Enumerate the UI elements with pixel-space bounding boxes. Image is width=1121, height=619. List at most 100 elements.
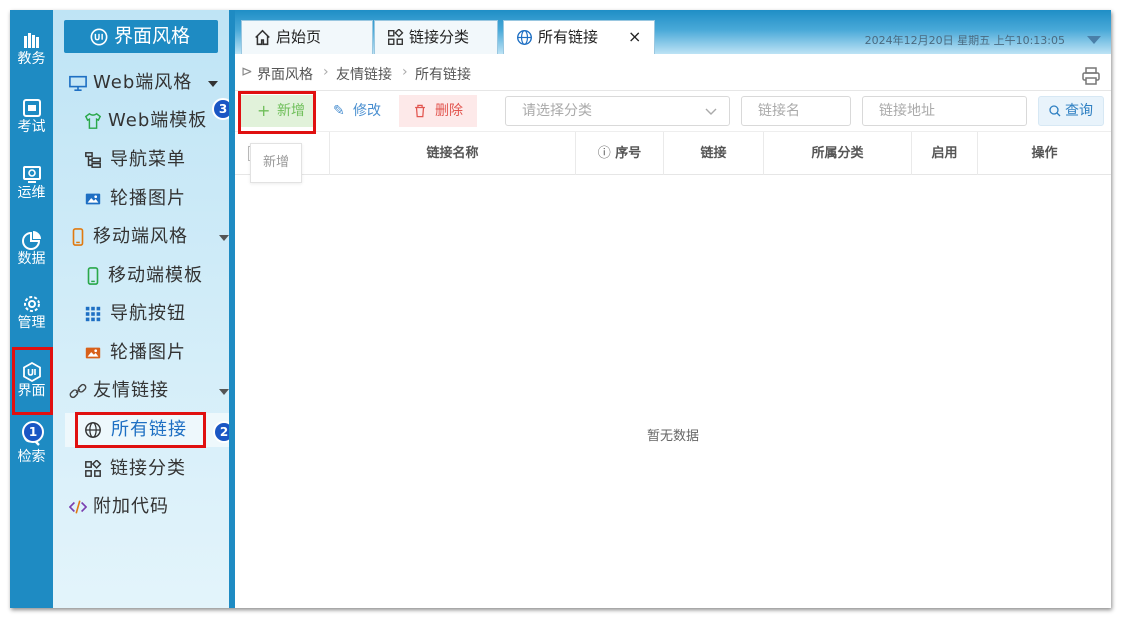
menu-item-web-template[interactable]: Web端模板 (53, 104, 229, 138)
menu-title-text: 界面风格 (114, 25, 191, 47)
edit-button-label: 修改 (353, 103, 381, 119)
breadcrumb-toggle-icon[interactable]: ⊳ (241, 64, 253, 80)
tab-all-links[interactable]: 所有链接 × (503, 20, 655, 54)
category-select-placeholder: 请选择分类 (522, 103, 592, 119)
rail-item-ops[interactable]: 运维 (10, 164, 53, 201)
exam-icon (22, 99, 41, 117)
rail-item-exam[interactable]: 考试 (10, 98, 53, 135)
pie-chart-icon (21, 231, 41, 250)
menu-label: 移动端模板 (108, 265, 203, 286)
edit-button[interactable]: ✎ 修改 (317, 95, 397, 127)
menu-item-all-links[interactable]: 所有链接 (65, 413, 229, 447)
rail-label: 数据 (17, 251, 46, 267)
grid-icon (85, 306, 101, 322)
search-icon (1049, 105, 1061, 117)
books-icon (23, 33, 39, 48)
menu-label: 链接分类 (110, 458, 186, 479)
tab-link-categories[interactable]: 链接分类 (374, 20, 498, 54)
chevron-down-icon (705, 108, 717, 115)
rail-label: 考试 (17, 119, 46, 135)
datetime-display: 2024年12月20日 星期五 上午10:13:05 (864, 34, 1065, 47)
column-link-name[interactable]: 链接名称 (329, 132, 575, 175)
breadcrumb-separator: › (402, 64, 408, 80)
menu-item-mobile-carousel[interactable]: 轮播图片 (53, 336, 229, 370)
tab-label: 所有链接 (538, 28, 599, 46)
desktop-icon (69, 75, 87, 92)
column-category[interactable]: 所属分类 (763, 132, 911, 175)
menu-label: 附加代码 (93, 496, 169, 517)
menu-item-nav-menu[interactable]: 导航菜单 (53, 143, 229, 177)
column-label: 序号 (615, 146, 642, 161)
menu-group-friend-links[interactable]: 友情链接 (53, 374, 229, 408)
rail-label: 管理 (17, 315, 46, 331)
column-actions: 操作 (977, 132, 1111, 175)
delete-button[interactable]: 删除 (399, 95, 477, 127)
plus-icon: + (257, 101, 271, 120)
tab-label: 链接分类 (409, 28, 470, 46)
menu-label: Web端模板 (108, 110, 208, 131)
caret-down-icon (219, 389, 229, 395)
menu-group-mobile-style[interactable]: 移动端风格 (53, 220, 229, 254)
link-name-input[interactable]: 链接名 (741, 96, 851, 126)
add-button[interactable]: + 新增 (241, 95, 315, 127)
link-url-placeholder: 链接地址 (879, 103, 935, 119)
category-icon (85, 460, 102, 477)
menu-label: 轮播图片 (110, 342, 186, 363)
rail-label: 界面 (17, 383, 46, 399)
ui-icon (22, 362, 41, 382)
breadcrumb-item: 所有链接 (415, 67, 471, 83)
menu-title: 界面风格 (64, 20, 218, 53)
menu-item-nav-buttons[interactable]: 导航按钮 (53, 297, 229, 331)
query-button[interactable]: 查询 (1038, 96, 1104, 126)
caret-down-icon (219, 235, 229, 241)
category-select[interactable]: 请选择分类 (505, 96, 730, 126)
rail-item-academic[interactable]: 教务 (10, 30, 53, 67)
trash-icon (415, 104, 425, 118)
print-icon[interactable] (1081, 66, 1101, 86)
link-icon (69, 383, 87, 399)
rail-label: 教务 (17, 51, 46, 67)
rail-item-data[interactable]: 数据 (10, 230, 53, 267)
link-url-input[interactable]: 链接地址 (862, 96, 1027, 126)
menu-label: 轮播图片 (110, 188, 186, 209)
menu-item-link-categories[interactable]: 链接分类 (53, 452, 229, 486)
menu-group-web-style[interactable]: Web端风格 (53, 66, 229, 100)
menu-label: 友情链接 (93, 380, 169, 401)
main-content: 启始页 链接分类 所有链接 × 2024年12月20日 星期五 上午10:13:… (235, 10, 1111, 608)
query-button-label: 查询 (1065, 103, 1093, 119)
image-icon (85, 193, 101, 205)
tab-menu-dropdown-icon[interactable] (1087, 36, 1101, 44)
app-window: 教务 考试 运维 数据 管理 界面 检索 1 界面风格 Web端风格 Web端模… (10, 10, 1111, 608)
globe-icon (517, 30, 532, 45)
link-name-placeholder: 链接名 (758, 103, 800, 119)
rail-label: 运维 (17, 185, 46, 201)
shirt-icon (84, 112, 102, 129)
breadcrumb-item[interactable]: 界面风格 (257, 64, 313, 84)
add-button-label: 新增 (277, 103, 305, 119)
category-icon (388, 29, 404, 45)
menu-item-mobile-template[interactable]: 移动端模板 (53, 259, 229, 293)
delete-button-label: 删除 (435, 103, 463, 119)
tree-icon (85, 152, 101, 168)
breadcrumb-item[interactable]: 友情链接 (336, 64, 392, 84)
breadcrumb-separator: › (323, 64, 329, 80)
code-icon (69, 500, 87, 514)
home-icon (255, 29, 270, 46)
menu-item-web-carousel[interactable]: 轮播图片 (53, 182, 229, 216)
tab-home[interactable]: 启始页 (241, 20, 373, 54)
tab-label: 启始页 (276, 28, 322, 46)
rail-item-ui[interactable]: 界面 (10, 362, 53, 399)
help-icon: ⓘ (597, 146, 611, 161)
tab-close-icon[interactable]: × (628, 21, 641, 53)
menu-label: 导航按钮 (110, 303, 186, 324)
step-badge-1: 1 (22, 421, 44, 443)
mobile-outline-icon (87, 267, 99, 285)
column-order[interactable]: ⓘ 序号 (575, 132, 663, 175)
rail-item-admin[interactable]: 管理 (10, 294, 53, 331)
column-link[interactable]: 链接 (663, 132, 763, 175)
column-enabled[interactable]: 启用 (911, 132, 977, 175)
menu-item-extra-code[interactable]: 附加代码 (53, 490, 229, 524)
tab-bar: 启始页 链接分类 所有链接 × 2024年12月20日 星期五 上午10:13:… (235, 10, 1111, 54)
breadcrumb: ⊳ 界面风格 › 友情链接 › 所有链接 (235, 54, 1111, 91)
menu-label: 导航菜单 (110, 149, 186, 170)
